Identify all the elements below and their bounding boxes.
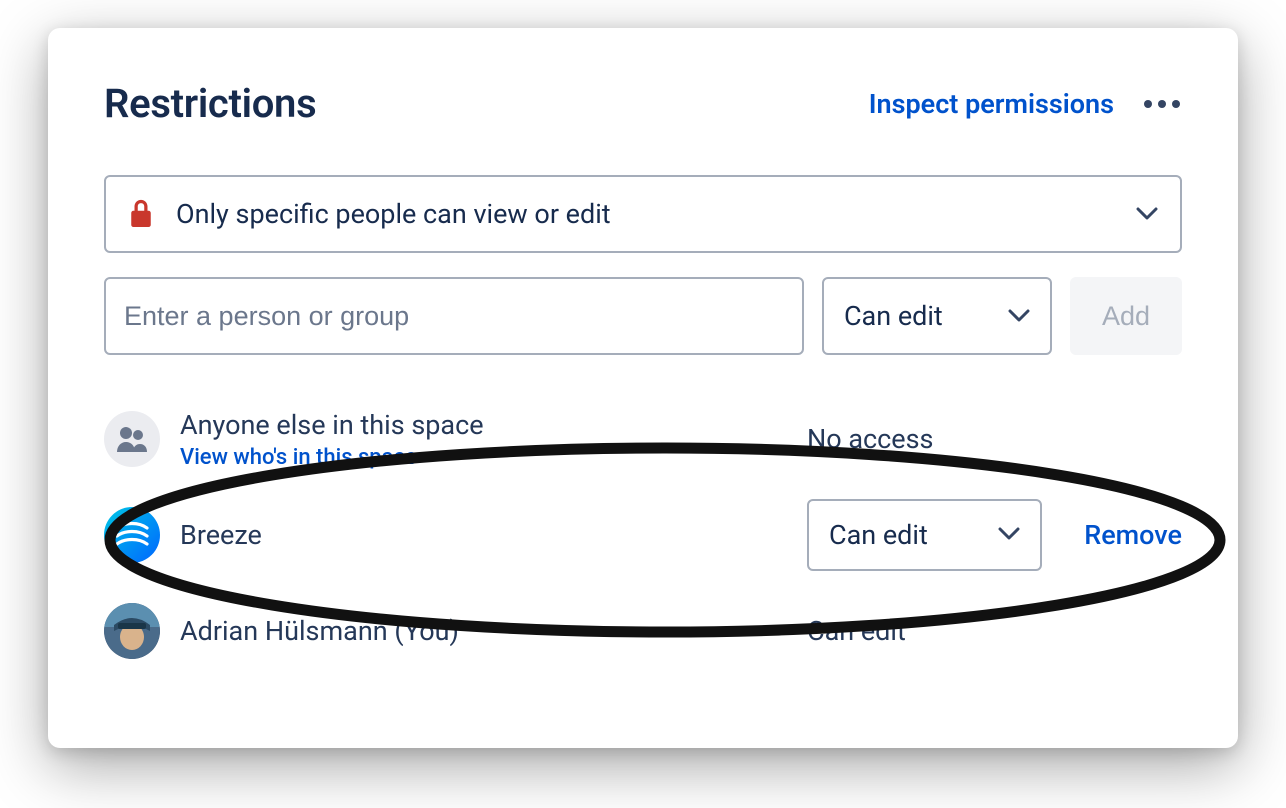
- chevron-down-icon: [1136, 207, 1158, 221]
- new-permission-label: Can edit: [844, 300, 943, 332]
- row-permission-dropdown[interactable]: Can edit: [807, 499, 1042, 571]
- permission-text: Can edit: [807, 615, 1042, 647]
- view-space-members-link[interactable]: View who's in this space: [180, 445, 787, 470]
- more-menu-icon[interactable]: [1142, 98, 1182, 110]
- list-row-current-user: Adrian Hülsmann (You) Can edit: [104, 583, 1182, 679]
- remove-button[interactable]: Remove: [1062, 519, 1182, 551]
- list-row-anyone-else: Anyone else in this space View who's in …: [104, 391, 1182, 487]
- header-actions: Inspect permissions: [869, 88, 1182, 120]
- row-name: Adrian Hülsmann (You): [180, 615, 787, 647]
- row-name: Anyone else in this space: [180, 409, 787, 441]
- permission-text: No access: [807, 423, 1042, 455]
- lock-icon: [128, 198, 154, 230]
- permission-list: Anyone else in this space View who's in …: [104, 391, 1182, 679]
- dialog-header: Restrictions Inspect permissions: [104, 80, 1182, 127]
- list-row-breeze: Breeze Can edit Remove: [104, 487, 1182, 583]
- row-info: Breeze: [180, 519, 787, 551]
- row-info: Anyone else in this space View who's in …: [180, 409, 787, 470]
- restriction-level-dropdown[interactable]: Only specific people can view or edit: [104, 175, 1182, 253]
- new-permission-dropdown[interactable]: Can edit: [822, 277, 1052, 355]
- chevron-down-icon: [998, 526, 1020, 545]
- restriction-level-label: Only specific people can view or edit: [176, 198, 1136, 230]
- add-button[interactable]: Add: [1070, 277, 1182, 355]
- dialog-title: Restrictions: [104, 80, 316, 127]
- breeze-avatar-icon: [104, 507, 160, 563]
- group-avatar-icon: [104, 411, 160, 467]
- row-name: Breeze: [180, 519, 787, 551]
- row-info: Adrian Hülsmann (You): [180, 615, 787, 647]
- person-group-input[interactable]: [104, 277, 804, 355]
- user-avatar-icon: [104, 603, 160, 659]
- restrictions-dialog: Restrictions Inspect permissions Only sp…: [48, 28, 1238, 748]
- row-permission-label: Can edit: [829, 519, 928, 551]
- chevron-down-icon: [1008, 309, 1030, 323]
- inspect-permissions-link[interactable]: Inspect permissions: [869, 88, 1114, 120]
- add-user-row: Can edit Add: [104, 277, 1182, 355]
